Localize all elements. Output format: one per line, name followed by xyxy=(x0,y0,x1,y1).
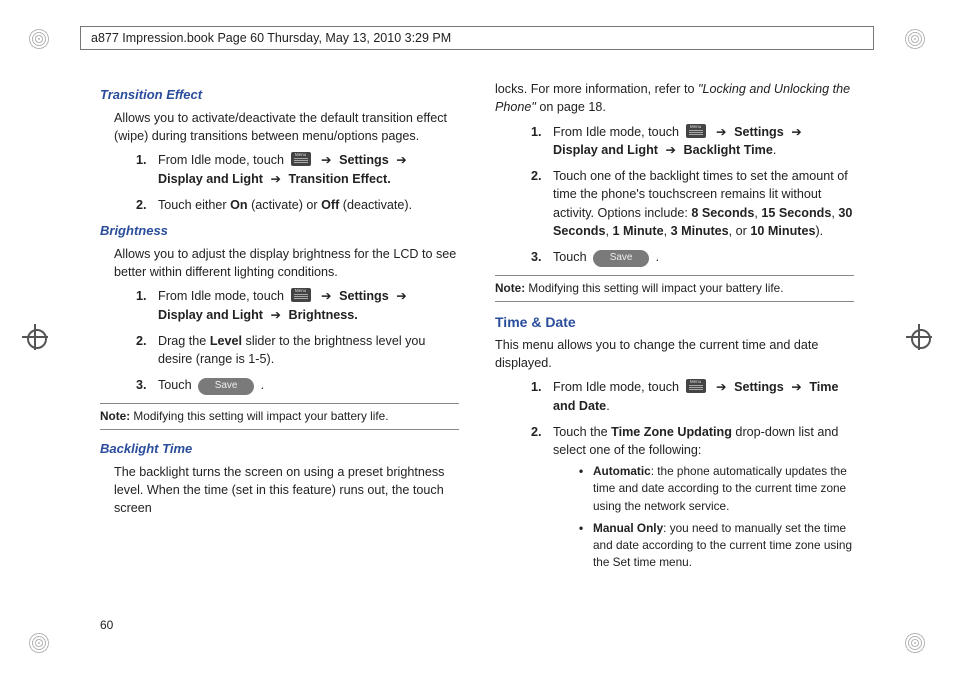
arrow-icon: ➔ xyxy=(321,153,332,167)
note-bar: Note: Modifying this setting will impact… xyxy=(495,275,854,302)
bullet-item: Automatic: the phone automatically updat… xyxy=(579,463,854,514)
step-text: From Idle mode, touch xyxy=(553,125,683,139)
option-10m: 10 Minutes xyxy=(750,224,815,238)
page-number: 60 xyxy=(100,618,113,632)
menu-icon xyxy=(291,288,311,302)
arrow-icon: ➔ xyxy=(396,289,407,303)
step-text: . xyxy=(773,143,777,157)
path-settings: Settings xyxy=(339,153,392,167)
step-text: Touch either xyxy=(158,198,230,212)
page-body: Transition Effect Allows you to activate… xyxy=(100,80,854,642)
path-display-light: Display and Light xyxy=(158,172,266,186)
menu-icon xyxy=(291,152,311,166)
option-3m: 3 Minutes xyxy=(671,224,729,238)
note-label: Note: xyxy=(495,281,525,295)
intro-text: The backlight turns the screen on using … xyxy=(114,463,459,518)
dropdown-tz-updating: Time Zone Updating xyxy=(611,425,732,439)
registration-mark-icon xyxy=(22,324,48,350)
crop-ornament-icon xyxy=(904,632,926,654)
option-off: Off xyxy=(321,198,339,212)
arrow-icon: ➔ xyxy=(665,143,676,157)
list-item: 2. Touch the Time Zone Updating drop-dow… xyxy=(531,423,854,576)
menu-icon xyxy=(686,379,706,393)
list-item: 3. Touch Save . xyxy=(136,376,459,395)
list-item: 1. From Idle mode, touch ➔ Settings ➔ Di… xyxy=(136,151,459,188)
save-button: Save xyxy=(593,250,649,267)
path-display-light: Display and Light xyxy=(553,143,661,157)
note-text: Modifying this setting will impact your … xyxy=(525,281,783,295)
path-transition-effect: Transition Effect. xyxy=(289,172,391,186)
list-item: 1. From Idle mode, touch ➔ Settings ➔ Di… xyxy=(531,123,854,160)
path-brightness: Brightness. xyxy=(289,308,358,322)
option-on: On xyxy=(230,198,248,212)
step-text: . xyxy=(261,378,265,392)
option-8s: 8 Seconds xyxy=(691,206,754,220)
step-text: Touch xyxy=(158,378,195,392)
note-bar: Note: Modifying this setting will impact… xyxy=(100,403,459,430)
page-header: a877 Impression.book Page 60 Thursday, M… xyxy=(80,26,874,50)
list-item: 2. Touch one of the backlight times to s… xyxy=(531,167,854,240)
step-text: . xyxy=(606,399,610,413)
step-text: Touch xyxy=(553,250,590,264)
step-text: on page 18. xyxy=(536,100,606,114)
step-text: . xyxy=(656,250,660,264)
step-text: From Idle mode, touch xyxy=(158,153,288,167)
intro-text: This menu allows you to change the curre… xyxy=(495,336,854,373)
right-column: locks. For more information, refer to "L… xyxy=(495,80,854,642)
intro-text: Allows you to adjust the display brightn… xyxy=(114,245,459,282)
path-backlight-time: Backlight Time xyxy=(684,143,773,157)
list-item: 1. From Idle mode, touch ➔ Settings ➔ Ti… xyxy=(531,378,854,415)
step-text: ). xyxy=(815,224,823,238)
list-item: 3. Touch Save . xyxy=(531,248,854,267)
arrow-icon: ➔ xyxy=(396,153,407,167)
path-settings: Settings xyxy=(734,380,787,394)
arrow-icon: ➔ xyxy=(716,380,727,394)
step-text: locks. For more information, refer to xyxy=(495,82,698,96)
heading-brightness: Brightness xyxy=(100,222,459,241)
step-text: Touch the xyxy=(553,425,611,439)
arrow-icon: ➔ xyxy=(270,308,281,322)
step-text: (deactivate). xyxy=(339,198,412,212)
step-text: (activate) or xyxy=(248,198,321,212)
list-item: 2. Drag the Level slider to the brightne… xyxy=(136,332,459,369)
path-settings: Settings xyxy=(339,289,392,303)
arrow-icon: ➔ xyxy=(321,289,332,303)
heading-backlight-time: Backlight Time xyxy=(100,440,459,459)
option-15s: 15 Seconds xyxy=(761,206,831,220)
list-item: 1. From Idle mode, touch ➔ Settings ➔ Di… xyxy=(136,287,459,324)
crop-ornament-icon xyxy=(28,632,50,654)
crop-ornament-icon xyxy=(904,28,926,50)
arrow-icon: ➔ xyxy=(791,125,802,139)
heading-time-date: Time & Date xyxy=(495,312,854,332)
bullet-item: Manual Only: you need to manually set th… xyxy=(579,520,854,571)
step-text: From Idle mode, touch xyxy=(553,380,683,394)
heading-transition-effect: Transition Effect xyxy=(100,86,459,105)
slider-level: Level xyxy=(210,334,242,348)
continuation-text: locks. For more information, refer to "L… xyxy=(495,80,854,117)
arrow-icon: ➔ xyxy=(791,380,802,394)
option-automatic: Automatic xyxy=(593,464,651,478)
arrow-icon: ➔ xyxy=(270,172,281,186)
step-text: Drag the xyxy=(158,334,210,348)
menu-icon xyxy=(686,124,706,138)
crop-ornament-icon xyxy=(28,28,50,50)
note-text: Modifying this setting will impact your … xyxy=(130,409,388,423)
save-button: Save xyxy=(198,378,254,395)
registration-mark-icon xyxy=(906,324,932,350)
intro-text: Allows you to activate/deactivate the de… xyxy=(114,109,459,146)
step-text: From Idle mode, touch xyxy=(158,289,288,303)
arrow-icon: ➔ xyxy=(716,125,727,139)
option-manual-only: Manual Only xyxy=(593,521,663,535)
option-1m: 1 Minute xyxy=(613,224,664,238)
note-label: Note: xyxy=(100,409,130,423)
path-display-light: Display and Light xyxy=(158,308,266,322)
left-column: Transition Effect Allows you to activate… xyxy=(100,80,459,642)
list-item: 2. Touch either On (activate) or Off (de… xyxy=(136,196,459,214)
path-settings: Settings xyxy=(734,125,787,139)
